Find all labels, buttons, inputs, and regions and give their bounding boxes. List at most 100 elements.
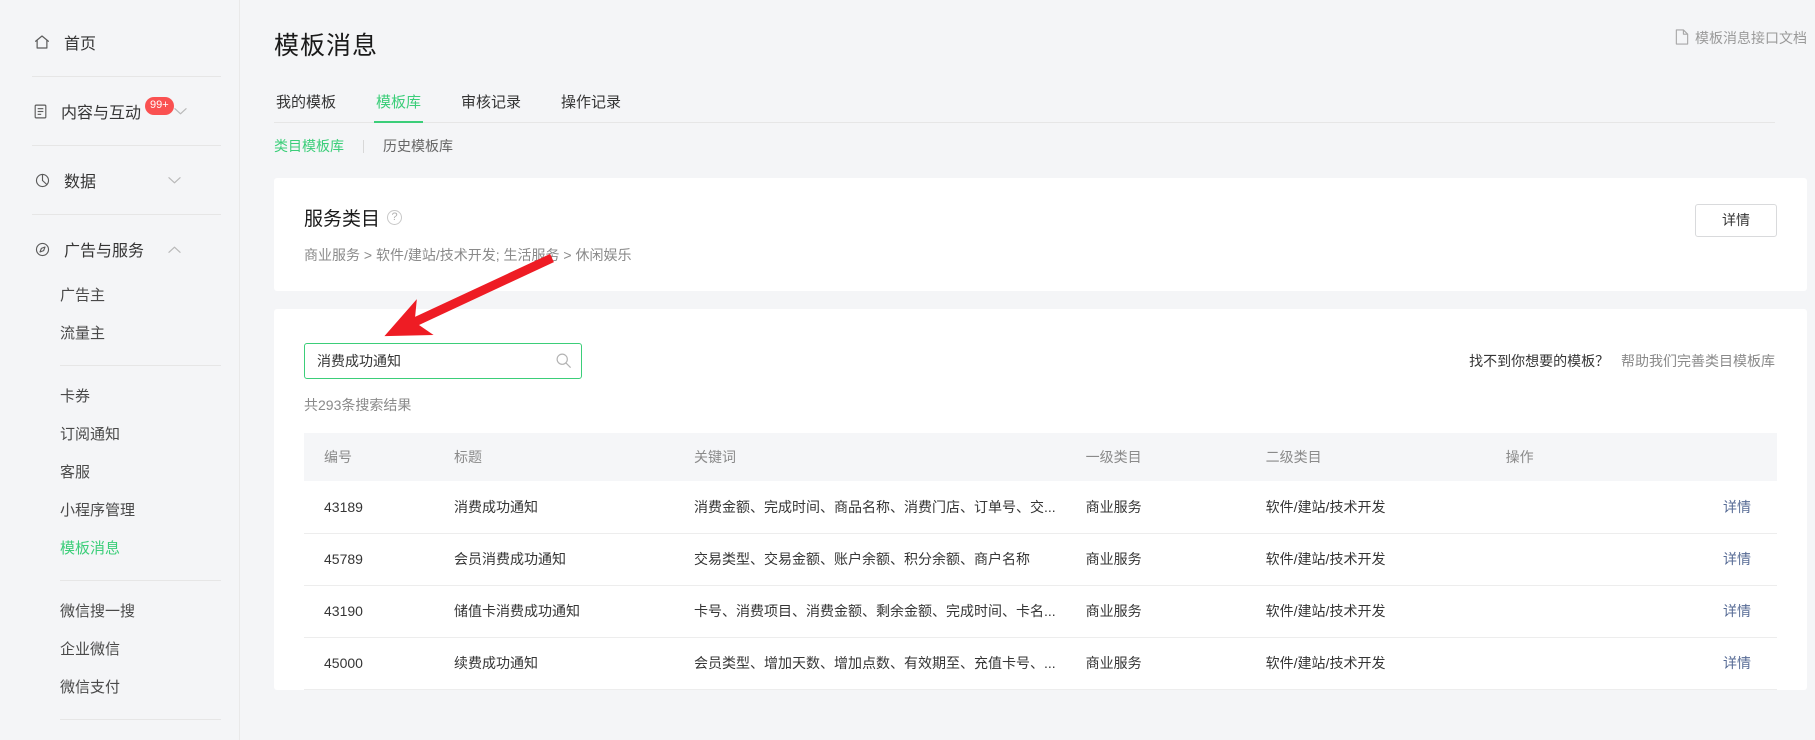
chevron-up-icon[interactable] <box>168 243 181 256</box>
cell-cat2: 软件/建站/技术开发 <box>1246 481 1486 533</box>
row-detail-link[interactable]: 详情 <box>1723 655 1751 671</box>
service-category-card: 服务类目 ? 商业服务 > 软件/建站/技术开发; 生活服务 > 休闲娱乐 详情 <box>274 178 1807 291</box>
sidebar-item-coupon[interactable]: 卡券 <box>0 378 239 416</box>
service-category-breadcrumb: 商业服务 > 软件/建站/技术开发; 生活服务 > 休闲娱乐 <box>304 245 1777 265</box>
sidebar-item-wechat-pay[interactable]: 微信支付 <box>0 669 239 707</box>
cell-cat1: 商业服务 <box>1066 481 1246 533</box>
cell-title: 续费成功通知 <box>434 637 674 689</box>
sidebar-item-content[interactable]: 内容与互动 99+ <box>0 91 239 131</box>
sidebar-item-data[interactable]: 数据 <box>0 160 239 200</box>
cell-op: 详情 <box>1486 637 1777 689</box>
tab-operation-records[interactable]: 操作记录 <box>559 91 623 123</box>
template-doc-link[interactable]: 模板消息接口文档 <box>1675 28 1807 48</box>
cell-title: 储值卡消费成功通知 <box>434 585 674 637</box>
tab-review-records[interactable]: 审核记录 <box>459 91 523 123</box>
cell-id: 43190 <box>304 585 434 637</box>
tab-template-library[interactable]: 模板库 <box>374 91 423 123</box>
template-search-card: 找不到你想要的模板？ 帮助我们完善类目模板库 共293条搜索结果 编号 标题 关… <box>274 309 1807 690</box>
content-area: 服务类目 ? 商业服务 > 软件/建站/技术开发; 生活服务 > 休闲娱乐 详情 <box>240 156 1815 690</box>
cell-cat1: 商业服务 <box>1066 585 1246 637</box>
template-results-table: 编号 标题 关键词 一级类目 二级类目 操作 43189 消费成功通知 消费金额 <box>304 433 1777 690</box>
page-header: 模板消息 模板消息接口文档 我的模板 模板库 审核记录 操作记录 类目模板库 <box>240 0 1815 156</box>
column-header-cat1: 一级类目 <box>1066 433 1246 481</box>
subtab-category-library[interactable]: 类目模板库 <box>274 136 344 156</box>
sidebar-divider-1 <box>32 76 221 77</box>
sidebar-item-template-message[interactable]: 模板消息 <box>0 530 239 568</box>
template-doc-link-label: 模板消息接口文档 <box>1695 28 1807 48</box>
sidebar-item-home[interactable]: 首页 <box>0 22 239 62</box>
subtab-history-library[interactable]: 历史模板库 <box>383 136 453 156</box>
cell-title: 会员消费成功通知 <box>434 533 674 585</box>
row-detail-link[interactable]: 详情 <box>1723 551 1751 567</box>
main-content: 模板消息 模板消息接口文档 我的模板 模板库 审核记录 操作记录 类目模板库 <box>240 0 1815 740</box>
tab-label: 操作记录 <box>561 94 621 111</box>
sidebar-sub-divider-2 <box>60 580 221 581</box>
cell-id: 43189 <box>304 481 434 533</box>
chevron-down-icon[interactable] <box>168 174 181 187</box>
pie-chart-icon <box>32 170 52 190</box>
page-title: 模板消息 <box>274 26 1775 62</box>
cell-cat2: 软件/建站/技术开发 <box>1246 585 1486 637</box>
sidebar-item-customer-service[interactable]: 客服 <box>0 454 239 492</box>
category-detail-button[interactable]: 详情 <box>1695 204 1777 237</box>
sidebar-sub-label: 客服 <box>60 464 90 481</box>
service-category-title: 服务类目 <box>304 204 380 231</box>
table-header-row: 编号 标题 关键词 一级类目 二级类目 操作 <box>304 433 1777 481</box>
app-root: 首页 内容与互动 99+ <box>0 0 1815 740</box>
table-row[interactable]: 45000 续费成功通知 会员类型、增加天数、增加点数、有效期至、充值卡号、..… <box>304 637 1777 689</box>
question-mark-icon[interactable]: ? <box>387 210 402 225</box>
chevron-down-icon[interactable] <box>174 105 187 118</box>
search-help-row: 找不到你想要的模板？ 帮助我们完善类目模板库 <box>1469 351 1777 371</box>
cell-title: 消费成功通知 <box>434 481 674 533</box>
table-row[interactable]: 43189 消费成功通知 消费金额、完成时间、商品名称、消费门店、订单号、交..… <box>304 481 1777 533</box>
sidebar-sub-divider-3 <box>60 719 221 720</box>
tab-my-templates[interactable]: 我的模板 <box>274 91 338 123</box>
sidebar-item-label-content: 内容与互动 <box>61 99 141 123</box>
cell-keywords: 交易类型、交易金额、账户余额、积分余额、商户名称 <box>674 533 1066 585</box>
cell-cat1: 商业服务 <box>1066 637 1246 689</box>
sidebar-item-miniprogram-manage[interactable]: 小程序管理 <box>0 492 239 530</box>
sidebar-item-ads[interactable]: 广告与服务 <box>0 229 239 269</box>
tab-bar: 我的模板 模板库 审核记录 操作记录 <box>274 90 1775 123</box>
column-header-cat2: 二级类目 <box>1246 433 1486 481</box>
sidebar-item-advertiser[interactable]: 广告主 <box>0 277 239 315</box>
sidebar-item-subscribe-notice[interactable]: 订阅通知 <box>0 416 239 454</box>
row-detail-link[interactable]: 详情 <box>1723 499 1751 515</box>
improve-library-link[interactable]: 帮助我们完善类目模板库 <box>1621 353 1775 369</box>
subtab-separator <box>363 140 364 153</box>
search-row: 找不到你想要的模板？ 帮助我们完善类目模板库 <box>304 343 1777 379</box>
cell-cat1: 商业服务 <box>1066 533 1246 585</box>
cell-op: 详情 <box>1486 585 1777 637</box>
table-row[interactable]: 45789 会员消费成功通知 交易类型、交易金额、账户余额、积分余额、商户名称 … <box>304 533 1777 585</box>
sidebar-divider-2 <box>32 145 221 146</box>
tab-label: 模板库 <box>376 94 421 111</box>
sidebar-item-publisher[interactable]: 流量主 <box>0 315 239 353</box>
table-row[interactable]: 43190 储值卡消费成功通知 卡号、消费项目、消费金额、剩余金额、完成时间、卡… <box>304 585 1777 637</box>
cell-id: 45789 <box>304 533 434 585</box>
row-detail-link[interactable]: 详情 <box>1723 603 1751 619</box>
cell-keywords: 会员类型、增加天数、增加点数、有效期至、充值卡号、... <box>674 637 1066 689</box>
sidebar-sub-label: 企业微信 <box>60 641 120 658</box>
sidebar-item-wechat-search[interactable]: 微信搜一搜 <box>0 593 239 631</box>
document-icon <box>32 101 49 121</box>
table-body: 43189 消费成功通知 消费金额、完成时间、商品名称、消费门店、订单号、交..… <box>304 481 1777 689</box>
cell-keywords: 消费金额、完成时间、商品名称、消费门店、订单号、交... <box>674 481 1066 533</box>
spacer <box>0 269 239 277</box>
sidebar-sub-label: 卡券 <box>60 388 90 405</box>
sidebar-sub-label: 订阅通知 <box>60 426 120 443</box>
tab-label: 审核记录 <box>461 94 521 111</box>
cell-keywords: 卡号、消费项目、消费金额、剩余金额、完成时间、卡名... <box>674 585 1066 637</box>
sidebar-sub-label: 微信支付 <box>60 679 120 696</box>
cell-cat2: 软件/建站/技术开发 <box>1246 533 1486 585</box>
sidebar-sub-label: 流量主 <box>60 325 105 342</box>
column-header-op: 操作 <box>1486 433 1777 481</box>
subtab-label: 类目模板库 <box>274 138 344 154</box>
column-header-keywords: 关键词 <box>674 433 1066 481</box>
sidebar-badge-content: 99+ <box>145 97 174 115</box>
search-input[interactable] <box>304 343 582 379</box>
sidebar-item-label-ads: 广告与服务 <box>64 237 144 261</box>
cell-cat2: 软件/建站/技术开发 <box>1246 637 1486 689</box>
sidebar-item-work-wechat[interactable]: 企业微信 <box>0 631 239 669</box>
sidebar-item-label-data: 数据 <box>64 168 96 192</box>
sidebar-divider-3 <box>32 214 221 215</box>
